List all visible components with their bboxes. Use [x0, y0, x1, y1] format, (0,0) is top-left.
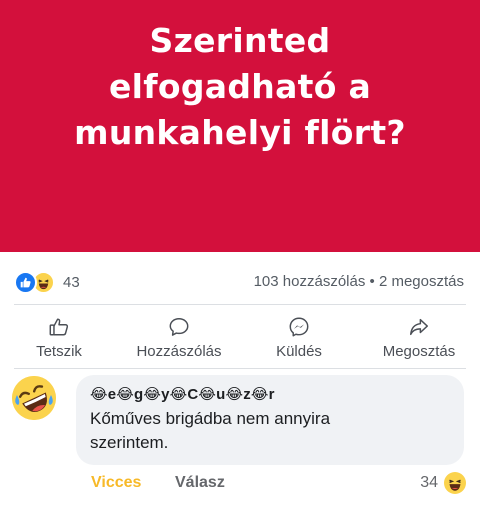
- comment-text: Kőműves brigádba nem annyira szerintem.: [90, 407, 450, 455]
- reply-link[interactable]: Válasz: [175, 474, 225, 492]
- divider: [14, 304, 466, 305]
- post-question-line: munkahelyi flört?: [74, 113, 406, 152]
- comment-button[interactable]: Hozzászólás: [124, 312, 234, 364]
- comment-bubble[interactable]: 😂e😂g😂y😂C😂u😂z😂r Kőműves brigádba nem anny…: [76, 375, 464, 465]
- laughing-emoji-icon: [12, 376, 56, 420]
- post-question-line: elfogadható a: [108, 67, 372, 106]
- like-button[interactable]: Tetszik: [4, 312, 114, 364]
- post-banner[interactable]: Szerinted elfogadható a munkahelyi flört…: [0, 0, 480, 252]
- comment-reaction-count[interactable]: 34: [420, 474, 438, 492]
- share-icon: [410, 318, 428, 336]
- like-button-label: Tetszik: [36, 343, 82, 360]
- commenter-avatar[interactable]: [12, 376, 56, 420]
- comment-button-label: Hozzászólás: [136, 343, 222, 360]
- send-button-label: Küldés: [276, 343, 322, 360]
- comment-icon: [169, 318, 189, 336]
- post-question: Szerinted elfogadható a munkahelyi flört…: [40, 18, 440, 156]
- engagement-summary: 103 hozzászólás • 2 megosztás: [254, 273, 464, 290]
- comment-text-line: szerintem.: [90, 433, 169, 452]
- comment-meta: Vicces Válasz 34: [0, 472, 480, 498]
- share-button-label: Megosztás: [382, 343, 456, 360]
- shares-count-link[interactable]: 2 megosztás: [379, 273, 464, 290]
- thumbs-up-icon: [49, 318, 69, 336]
- separator-dot: •: [369, 273, 375, 290]
- post-stats: 43 103 hozzászólás • 2 megosztás: [0, 264, 480, 300]
- messenger-icon: [289, 317, 309, 337]
- reaction-count: 43: [63, 273, 80, 291]
- comment-author[interactable]: 😂e😂g😂y😂C😂u😂z😂r: [90, 385, 275, 403]
- post-question-line: Szerinted: [149, 21, 331, 60]
- share-button[interactable]: Megosztás: [364, 312, 474, 364]
- haha-reaction-link[interactable]: Vicces: [91, 474, 141, 492]
- like-icon: [14, 270, 37, 294]
- haha-icon: [444, 472, 466, 494]
- post-actions: Tetszik Hozzászólás Küldés Megosztás: [0, 312, 480, 364]
- send-button[interactable]: Küldés: [244, 312, 354, 364]
- reactions-summary[interactable]: 43: [14, 270, 80, 294]
- comment-text-line: Kőműves brigádba nem annyira: [90, 409, 331, 428]
- comments-count-link[interactable]: 103 hozzászólás: [254, 273, 366, 290]
- divider: [14, 368, 466, 369]
